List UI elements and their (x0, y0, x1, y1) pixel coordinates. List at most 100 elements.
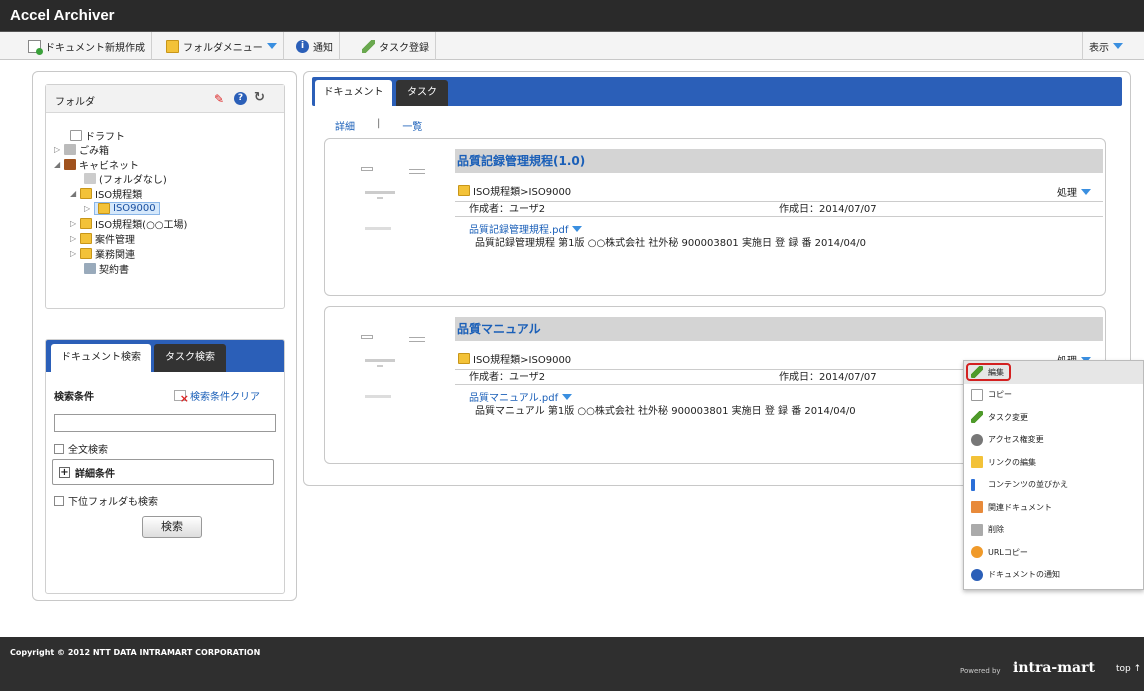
notify-button[interactable]: i 通知 (290, 32, 340, 60)
folder-panel: フォルダ ✎ ? ↻ ドラフト ▷ ごみ箱 ◢ キャビネット (フォルダなし) … (45, 84, 285, 309)
expand-icon[interactable]: ▷ (70, 219, 80, 228)
document-author: ユーザ2 (509, 372, 546, 383)
view-menu-button[interactable]: 表示 (1082, 32, 1129, 60)
menu-item-change-access[interactable]: アクセス権変更 (964, 429, 1143, 452)
process-menu-button[interactable]: 処理 (1057, 184, 1091, 199)
folder-icon (80, 232, 92, 244)
view-detail-link[interactable]: 詳細 (335, 118, 355, 133)
tab-task-search[interactable]: タスク検索 (154, 344, 226, 372)
search-panel: ドキュメント検索 タスク検索 検索条件 検索条件クリア 全文検索 + 詳細条件 … (45, 339, 285, 594)
checkbox-icon (54, 443, 64, 454)
pencil-icon (971, 411, 983, 424)
document-thumbnail[interactable] (341, 327, 431, 407)
expand-icon[interactable]: ▷ (70, 249, 80, 258)
title-bar: Accel Archiver (0, 0, 1144, 32)
copyright-text: Copyright © 2012 NTT DATA INTRAMART CORP… (10, 648, 261, 657)
new-document-button[interactable]: ドキュメント新規作成 (22, 32, 152, 60)
document-title[interactable]: 品質マニュアル (455, 317, 1103, 341)
folder-icon (80, 247, 92, 259)
tree-item-projects[interactable]: ▷ 案件管理 (70, 231, 135, 246)
tab-tasks[interactable]: タスク (396, 80, 448, 106)
help-icon[interactable]: ? (234, 92, 247, 105)
collapse-icon[interactable]: ◢ (70, 189, 80, 198)
tree-item-iso-factory[interactable]: ▷ ISO規程類(○○工場) (70, 216, 187, 231)
pencil-icon (971, 366, 983, 379)
document-date: 2014/07/07 (819, 204, 877, 215)
search-button[interactable]: 検索 (142, 516, 202, 538)
expand-icon[interactable]: ▷ (70, 234, 80, 243)
document-card: 品質記録管理規程(1.0) ISO規程類>ISO9000 処理 作成者：ユーザ2… (324, 138, 1106, 296)
draft-icon (70, 129, 82, 141)
tree-item-cabinet[interactable]: ◢ キャビネット (54, 157, 139, 172)
search-input[interactable] (54, 414, 276, 432)
folder-panel-header: フォルダ ✎ ? ↻ (46, 85, 284, 113)
main-tabs: ドキュメント タスク (312, 77, 1122, 106)
copy-icon (971, 388, 983, 401)
related-document-icon (971, 501, 983, 514)
app-title: Accel Archiver (10, 7, 115, 24)
clear-icon (174, 390, 189, 405)
brand-logo: intra-mart (1013, 660, 1095, 676)
search-tabs: ドキュメント検索 タスク検索 (46, 340, 284, 372)
expand-icon[interactable]: ▷ (54, 145, 64, 154)
folder-menu-button[interactable]: フォルダメニュー (160, 32, 284, 60)
tab-document-search[interactable]: ドキュメント検索 (51, 344, 151, 372)
document-path: ISO規程類>ISO9000 (458, 351, 571, 366)
menu-item-copy[interactable]: コピー (964, 384, 1143, 407)
menu-item-edit[interactable]: 編集 (964, 361, 1143, 384)
folder-icon (80, 187, 92, 199)
chevron-down-icon (1113, 43, 1123, 49)
trash-icon (971, 523, 983, 536)
expand-icon[interactable]: ▷ (84, 204, 94, 213)
chevron-down-icon (562, 393, 573, 400)
folder-icon (166, 39, 179, 53)
info-icon (971, 568, 983, 581)
menu-item-delete[interactable]: 削除 (964, 519, 1143, 542)
menu-item-related-documents[interactable]: 関連ドキュメント (964, 496, 1143, 519)
left-panel: フォルダ ✎ ? ↻ ドラフト ▷ ごみ箱 ◢ キャビネット (フォルダなし) … (32, 71, 297, 601)
url-icon (971, 546, 983, 559)
info-icon: i (296, 39, 309, 53)
include-subfolders-checkbox[interactable]: 下位フォルダも検索 (54, 493, 158, 508)
document-thumbnail[interactable] (341, 159, 431, 239)
refresh-icon[interactable]: ↻ (254, 90, 265, 105)
back-to-top-link[interactable]: top ↑ (1116, 664, 1141, 674)
folder-icon (458, 185, 470, 196)
chevron-down-icon (572, 225, 583, 232)
document-description: 品質記録管理規程 第1版 ○○株式会社 社外秘 900003801 実施日 登 … (475, 238, 866, 249)
menu-item-change-task[interactable]: タスク変更 (964, 406, 1143, 429)
clear-condition-link[interactable]: 検索条件クリア (174, 388, 260, 405)
pin-icon[interactable]: ✎ (214, 93, 226, 105)
no-folder-icon (84, 172, 96, 184)
pencil-icon (362, 39, 375, 53)
document-description: 品質マニュアル 第1版 ○○株式会社 社外秘 900003801 実施日 登 録… (475, 406, 856, 417)
folder-icon (80, 217, 92, 229)
menu-item-sort-contents[interactable]: コンテンツの並びかえ (964, 474, 1143, 497)
menu-item-edit-links[interactable]: リンクの編集 (964, 451, 1143, 474)
tree-item-trash[interactable]: ▷ ごみ箱 (54, 142, 109, 157)
tree-item-iso-rules[interactable]: ◢ ISO規程類 (70, 186, 142, 201)
document-date: 2014/07/07 (819, 372, 877, 383)
tree-item-business[interactable]: ▷ 業務関連 (70, 246, 135, 261)
fulltext-checkbox[interactable]: 全文検索 (54, 441, 108, 456)
tree-item-contracts[interactable]: 契約書 (84, 261, 129, 276)
document-meta: 作成者：ユーザ2 作成日：2014/07/07 (455, 201, 1103, 217)
tree-item-iso9000[interactable]: ▷ ISO9000 (84, 201, 160, 215)
highlight-box: 編集 (966, 363, 1011, 382)
menu-item-notify-document[interactable]: ドキュメントの通知 (964, 564, 1143, 587)
tab-documents[interactable]: ドキュメント (315, 80, 392, 106)
view-list-link[interactable]: 一覧 (402, 118, 422, 133)
detail-condition-toggle[interactable]: + 詳細条件 (52, 459, 274, 485)
menu-item-copy-url[interactable]: URLコピー (964, 541, 1143, 564)
task-register-button[interactable]: タスク登録 (356, 32, 436, 60)
document-author: ユーザ2 (509, 204, 546, 215)
tree-item-no-folder[interactable]: (フォルダなし) (74, 171, 167, 186)
collapse-icon[interactable]: ◢ (54, 160, 64, 169)
chevron-down-icon (266, 43, 277, 49)
document-title[interactable]: 品質記録管理規程(1.0) (455, 149, 1103, 173)
tree-item-draft[interactable]: ドラフト (60, 128, 125, 143)
chevron-down-icon (1081, 188, 1091, 195)
checkbox-icon (54, 495, 64, 506)
view-switcher: 詳細 | 一覧 (335, 118, 422, 133)
cabinet-icon (64, 158, 76, 170)
